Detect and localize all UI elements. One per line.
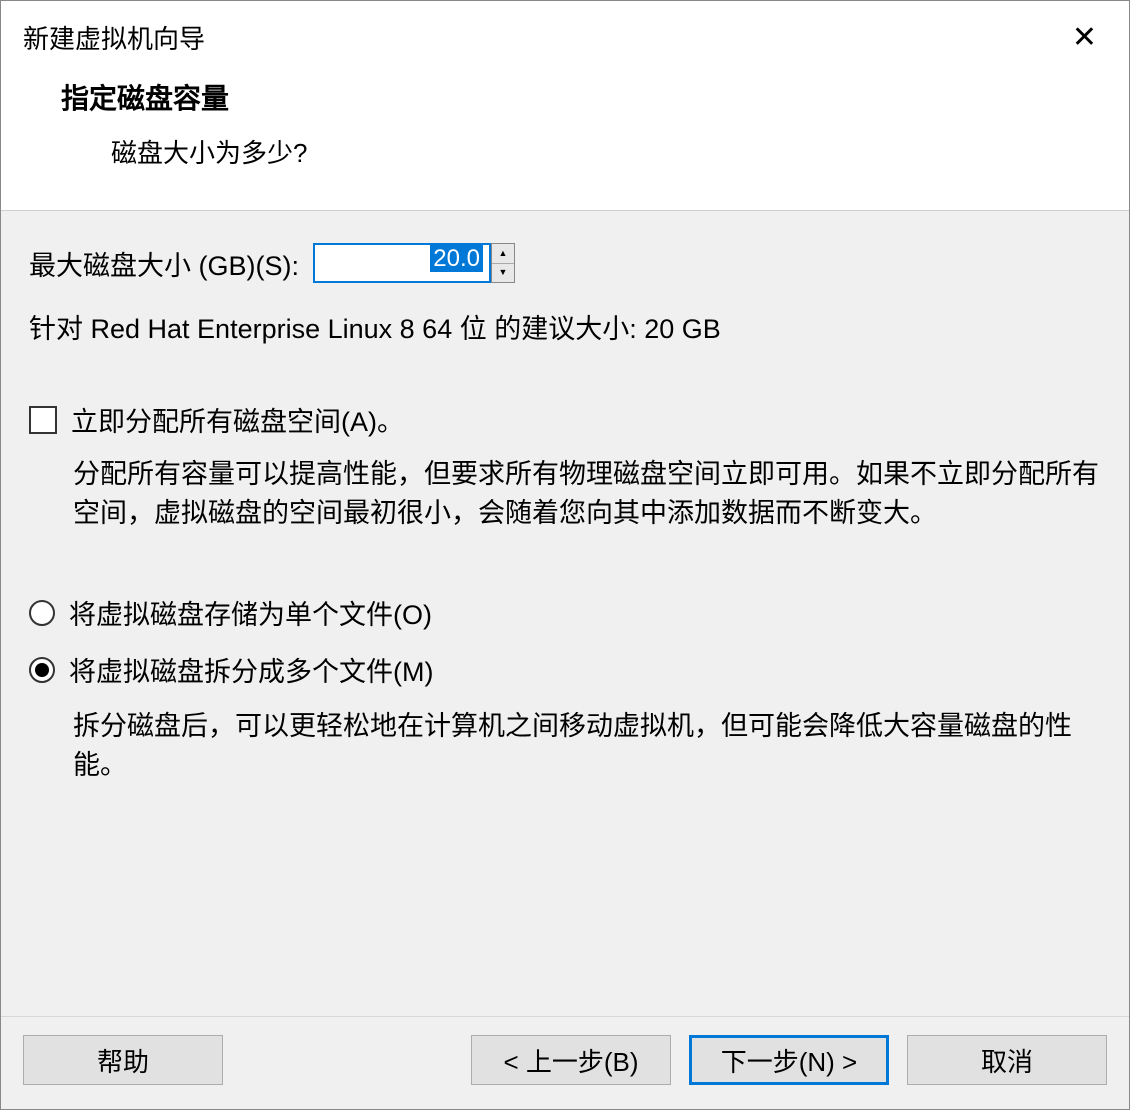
spinner-down-icon[interactable]: ▼ [492, 264, 514, 283]
radio-single-file[interactable] [29, 600, 55, 626]
radio-single-file-label: 将虚拟磁盘存储为单个文件(O) [69, 593, 432, 632]
disk-size-value: 20.0 [430, 245, 483, 272]
radio-split-file-row[interactable]: 将虚拟磁盘拆分成多个文件(M) [29, 650, 1101, 689]
back-button[interactable]: < 上一步(B) [471, 1035, 671, 1085]
radio-split-file[interactable] [29, 657, 55, 683]
header-section: 指定磁盘容量 磁盘大小为多少? [1, 57, 1129, 210]
allocate-description: 分配所有容量可以提高性能，但要求所有物理磁盘空间立即可用。如果不立即分配所有空间… [29, 455, 1101, 533]
spinner-buttons: ▲ ▼ [491, 243, 515, 283]
radio-split-description: 拆分磁盘后，可以更轻松地在计算机之间移动虚拟机，但可能会降低大容量磁盘的性能。 [29, 707, 1101, 785]
close-icon[interactable]: ✕ [1062, 19, 1107, 57]
radio-single-file-row[interactable]: 将虚拟磁盘存储为单个文件(O) [29, 593, 1101, 632]
spinner-up-icon[interactable]: ▲ [492, 244, 514, 264]
allocate-checkbox-label: 立即分配所有磁盘空间(A)。 [71, 400, 404, 439]
cancel-button[interactable]: 取消 [907, 1035, 1107, 1085]
radio-split-file-label: 将虚拟磁盘拆分成多个文件(M) [69, 650, 433, 689]
allocate-checkbox-row[interactable]: 立即分配所有磁盘空间(A)。 [29, 400, 1101, 439]
page-title: 指定磁盘容量 [61, 77, 1107, 117]
help-button[interactable]: 帮助 [23, 1035, 223, 1085]
disk-size-label: 最大磁盘大小 (GB)(S): [29, 244, 299, 283]
disk-size-row: 最大磁盘大小 (GB)(S): 20.0 ▲ ▼ [29, 243, 1101, 283]
disk-size-input[interactable]: 20.0 [313, 243, 491, 283]
allocate-checkbox[interactable] [29, 406, 57, 434]
next-button[interactable]: 下一步(N) > [689, 1035, 889, 1085]
spacer [241, 1035, 453, 1085]
page-subtitle: 磁盘大小为多少? [61, 133, 1107, 170]
content-section: 最大磁盘大小 (GB)(S): 20.0 ▲ ▼ 针对 Red Hat Ente… [1, 210, 1129, 1016]
dialog-title: 新建虚拟机向导 [23, 19, 205, 56]
button-bar: 帮助 < 上一步(B) 下一步(N) > 取消 [1, 1016, 1129, 1109]
disk-size-spinner[interactable]: 20.0 ▲ ▼ [313, 243, 515, 283]
wizard-dialog: 新建虚拟机向导 ✕ 指定磁盘容量 磁盘大小为多少? 最大磁盘大小 (GB)(S)… [0, 0, 1130, 1110]
recommended-size-text: 针对 Red Hat Enterprise Linux 8 64 位 的建议大小… [29, 307, 1101, 346]
titlebar: 新建虚拟机向导 ✕ [1, 1, 1129, 57]
